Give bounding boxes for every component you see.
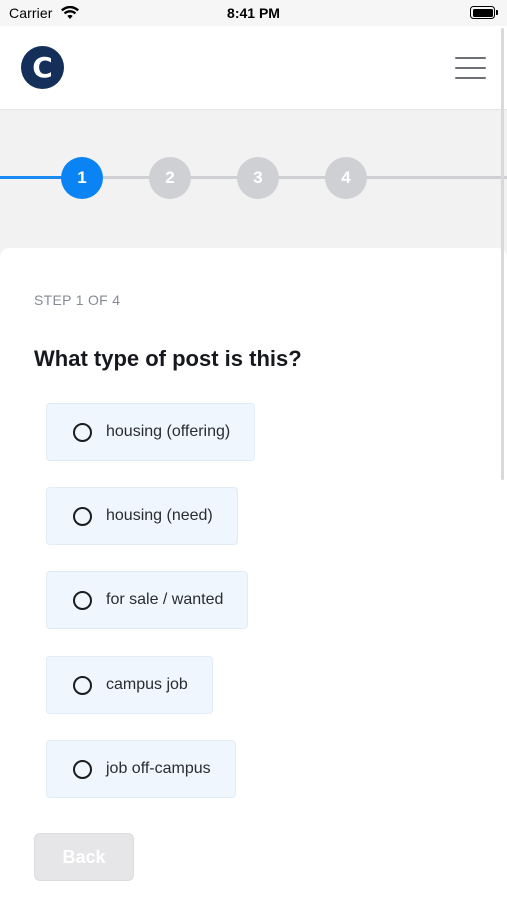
step-label: STEP 1 OF 4 — [34, 292, 121, 308]
status-time: 8:41 PM — [227, 5, 280, 21]
option-job-off-campus[interactable]: job off-campus — [46, 740, 236, 798]
option-label: housing (need) — [106, 507, 213, 524]
form-card: STEP 1 OF 4 What type of post is this? h… — [0, 248, 507, 900]
step-3-indicator: 3 — [237, 157, 279, 199]
progress-stepper: 1 2 3 4 — [0, 110, 507, 248]
option-housing-offering[interactable]: housing (offering) — [46, 403, 256, 461]
question-heading: What type of post is this? — [34, 346, 302, 371]
radio-unchecked-icon[interactable] — [73, 675, 92, 695]
scrollbar[interactable] — [501, 28, 504, 480]
app-header: C — [0, 26, 507, 110]
status-bar: Carrier 8:41 PM — [0, 0, 507, 26]
step-4-indicator: 4 — [325, 157, 367, 199]
option-label: for sale / wanted — [106, 591, 224, 608]
radio-unchecked-icon[interactable] — [73, 506, 92, 526]
option-label: campus job — [106, 676, 188, 693]
option-label: job off-campus — [106, 760, 211, 777]
step-2-indicator: 2 — [149, 157, 191, 199]
hamburger-menu-icon[interactable] — [455, 56, 486, 80]
stepper-progress-line — [0, 176, 70, 179]
option-campus-job[interactable]: campus job — [46, 656, 213, 714]
option-label: housing (offering) — [106, 423, 231, 440]
app-logo[interactable]: C — [21, 46, 64, 89]
radio-unchecked-icon[interactable] — [73, 759, 92, 779]
radio-unchecked-icon[interactable] — [73, 422, 92, 442]
battery-icon — [470, 6, 498, 19]
back-button[interactable]: Back — [34, 833, 134, 881]
step-1-indicator: 1 — [61, 157, 103, 199]
option-for-sale-wanted[interactable]: for sale / wanted — [46, 571, 249, 629]
option-housing-need[interactable]: housing (need) — [46, 487, 238, 545]
radio-unchecked-icon[interactable] — [73, 590, 92, 610]
